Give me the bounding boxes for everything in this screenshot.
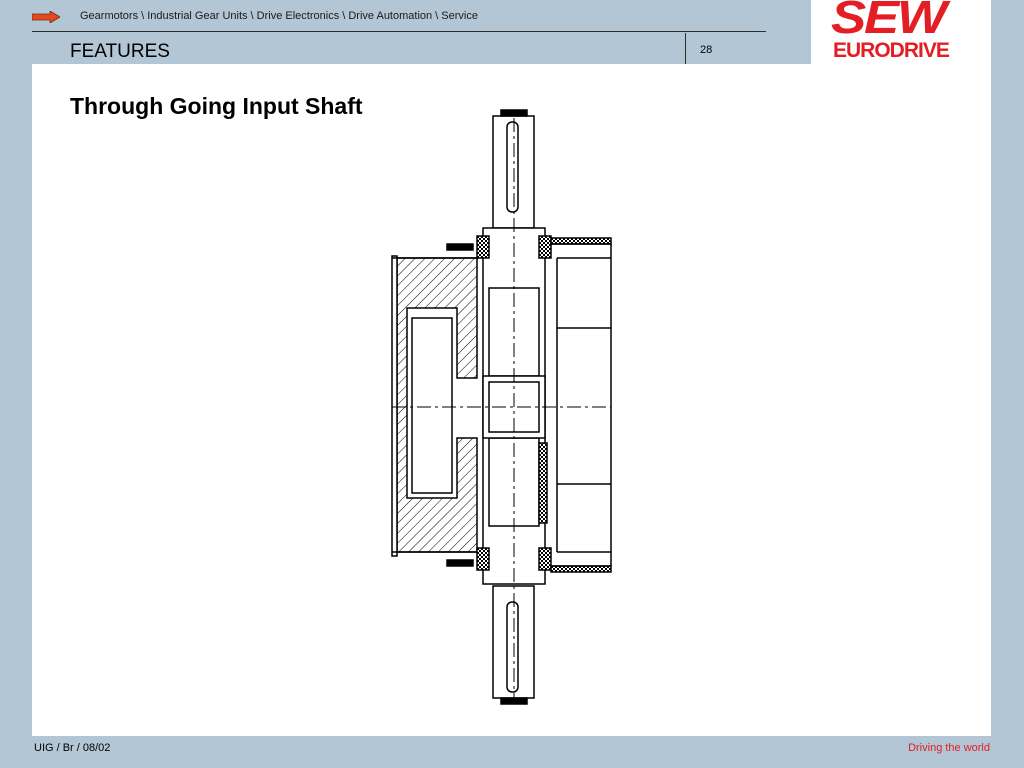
input-shaft-drawing <box>391 109 612 705</box>
footer-doc-code: UIG / Br / 08/02 <box>34 742 111 754</box>
section-title: FEATURES <box>70 41 170 62</box>
logo-sew-text: SEW <box>831 0 947 43</box>
footer-slogan: Driving the world <box>908 742 990 754</box>
slide-content: Through Going Input Shaft <box>32 64 991 736</box>
page-number: 28 <box>700 44 713 56</box>
page-number-divider <box>685 33 686 64</box>
sew-eurodrive-logo: SEW EURODRIVE <box>811 0 991 64</box>
arrow-right-icon <box>32 11 60 23</box>
slide-title: Through Going Input Shaft <box>70 93 363 119</box>
header-divider <box>32 31 766 32</box>
logo-eurodrive-text: EURODRIVE <box>833 39 950 62</box>
breadcrumb: Gearmotors \ Industrial Gear Units \ Dri… <box>80 10 478 22</box>
